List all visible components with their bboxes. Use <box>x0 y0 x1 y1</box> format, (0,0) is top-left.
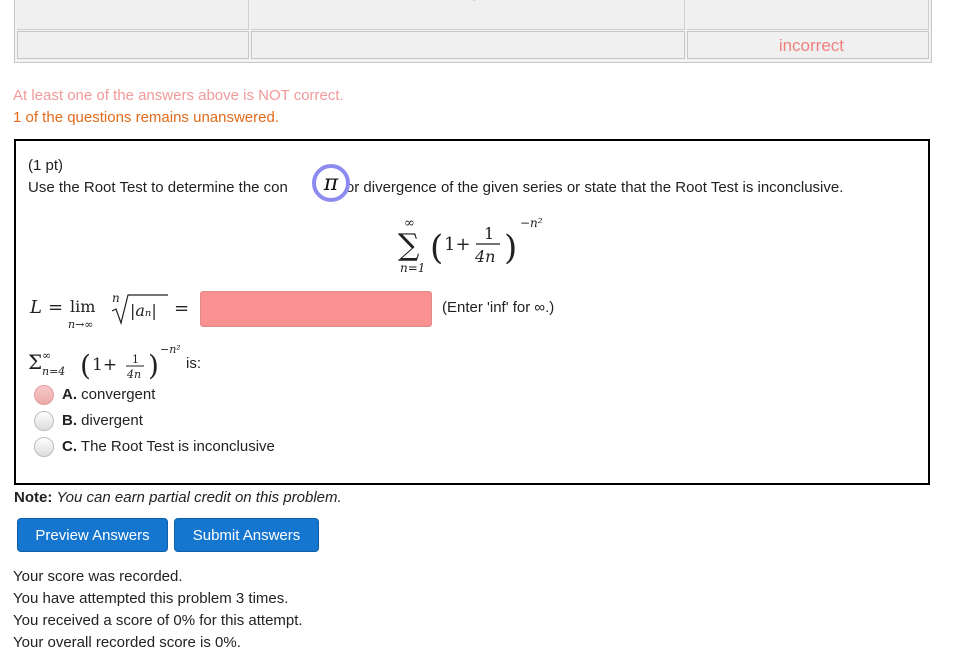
small-one-plus: 1+ <box>92 355 117 375</box>
limit-lim: lim <box>70 297 95 316</box>
score-attempts: You have attempted this problem 3 times. <box>13 590 289 607</box>
abs-an: |aₙ| <box>130 301 157 320</box>
partial-credit-note: Note: You can earn partial credit on thi… <box>14 489 342 506</box>
option-text: convergent <box>81 386 156 403</box>
score-received: You received a score of 0% for this atte… <box>13 612 303 629</box>
option-letter: A. <box>62 386 77 403</box>
frac-den: 4n <box>474 247 495 266</box>
small-right-paren: ) <box>148 349 159 382</box>
results-row: incorrect <box>15 31 931 59</box>
radio-convergent[interactable] <box>34 385 54 405</box>
radio-divergent[interactable] <box>34 411 54 431</box>
results-cell <box>17 0 249 30</box>
limit-eq2: = <box>174 298 189 319</box>
sigma-symbol: ∑ <box>398 228 420 263</box>
problem-points: (1 pt) <box>28 157 64 174</box>
results-table: incorrect ∞ <box>14 0 932 63</box>
option-label: A. convergent <box>62 386 155 403</box>
small-exponent: −n² <box>160 343 181 356</box>
prompt-end: ce or divergence of the given series or … <box>325 179 844 196</box>
limit-formula: L = lim n→∞ n |aₙ| = <box>29 291 189 331</box>
series-formula: ∞ ∑ n=1 ( 1+ 1 4n ) −n² <box>398 216 543 275</box>
results-cell <box>687 0 929 30</box>
option-label: B. divergent <box>62 412 143 429</box>
not-correct-message: At least one of the answers above is NOT… <box>13 87 344 104</box>
small-frac-den: 4n <box>126 368 141 381</box>
left-paren: ( <box>430 228 443 268</box>
option-letter: B. <box>62 412 77 429</box>
one-plus: 1+ <box>444 234 471 255</box>
small-upper: ∞ <box>42 349 51 362</box>
prompt-start: Use the Root Test to determine the con <box>28 179 288 196</box>
is-label: is: <box>186 355 201 372</box>
small-sigma: Σ <box>28 350 42 374</box>
note-text: You can earn partial credit on this prob… <box>56 489 342 506</box>
submit-answers-button[interactable]: Submit Answers <box>174 518 319 552</box>
score-overall: Your overall recorded score is 0%. <box>13 634 241 651</box>
limit-row: L = lim n→∞ n |aₙ| = (Enter 'inf' for ∞.… <box>28 291 588 331</box>
problem-box: (1 pt) Use the Root Test to determine th… <box>14 139 930 485</box>
limit-sub: n→∞ <box>68 318 93 331</box>
small-lower: n=4 <box>42 365 65 378</box>
note-label: Note: <box>14 489 53 506</box>
frac-num: 1 <box>484 224 494 243</box>
unanswered-message: 1 of the questions remains unanswered. <box>13 109 279 126</box>
score-recorded: Your score was recorded. <box>13 568 183 585</box>
radio-inconclusive[interactable] <box>34 437 54 457</box>
results-cell <box>251 31 685 59</box>
entry-hint: (Enter 'inf' for ∞.) <box>442 299 555 316</box>
exponent: −n² <box>520 216 543 230</box>
root-index: n <box>112 291 120 305</box>
option-text: The Root Test is inconclusive <box>80 438 275 455</box>
results-cell: incorrect <box>687 31 929 59</box>
limit-L: L <box>29 297 42 318</box>
option-text: divergent <box>81 412 143 429</box>
preview-answers-button[interactable]: Preview Answers <box>17 518 168 552</box>
problem-prompt: Use the Root Test to determine the con ce… <box>28 179 843 196</box>
option-letter: C. <box>62 438 77 455</box>
sum-lower: n=1 <box>400 261 425 275</box>
small-frac-num: 1 <box>132 353 139 366</box>
limit-eq: = <box>48 297 63 318</box>
small-left-paren: ( <box>80 349 91 382</box>
limit-answer-input[interactable] <box>200 291 432 327</box>
pi-icon[interactable]: π <box>312 164 350 202</box>
option-label: C. The Root Test is inconclusive <box>62 438 275 455</box>
results-cell <box>17 31 249 59</box>
infinity-symbol: ∞ <box>465 0 478 7</box>
status-incorrect: incorrect <box>778 36 844 55</box>
right-paren: ) <box>504 228 517 268</box>
